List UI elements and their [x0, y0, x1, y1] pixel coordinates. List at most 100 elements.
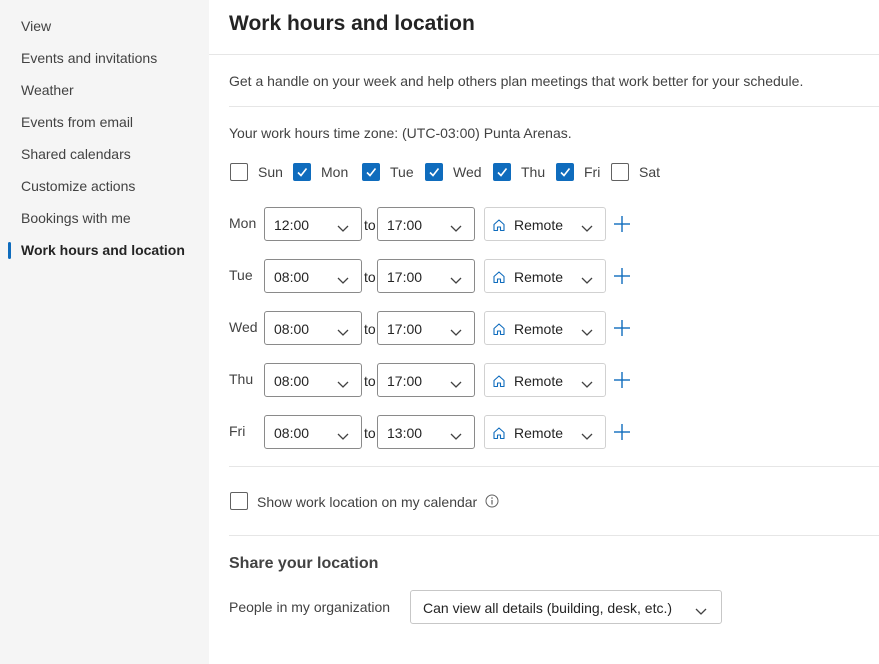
page-title: Work hours and location: [229, 12, 475, 35]
to-label: to: [364, 373, 376, 389]
sidebar-item-weather[interactable]: Weather: [21, 82, 74, 98]
chevron-down-icon: [450, 428, 462, 446]
timezone-text: Your work hours time zone: (UTC-03:00) P…: [229, 125, 572, 141]
chevron-down-icon: [450, 324, 462, 342]
start-time-dropdown-fri[interactable]: 08:00: [264, 415, 362, 449]
sidebar-item-shared-calendars[interactable]: Shared calendars: [21, 146, 131, 162]
end-time-value: 13:00: [387, 425, 423, 441]
start-time-dropdown-tue[interactable]: 08:00: [264, 259, 362, 293]
checkbox-wed[interactable]: [425, 163, 443, 181]
chevron-down-icon: [450, 220, 462, 238]
sidebar-item-events-and-invitations[interactable]: Events and invitations: [21, 50, 157, 66]
schedule-day-label: Thu: [229, 371, 254, 387]
schedule-day-label: Wed: [229, 319, 258, 335]
location-value: Remote: [514, 217, 564, 233]
location-value: Remote: [514, 321, 564, 337]
chevron-down-icon: [581, 324, 593, 342]
location-dropdown-thu[interactable]: Remote: [484, 363, 606, 397]
start-time-value: 08:00: [274, 321, 310, 337]
end-time-value: 17:00: [387, 269, 423, 285]
start-time-dropdown-mon[interactable]: 12:00: [264, 207, 362, 241]
day-label-wed: Wed: [453, 164, 482, 180]
settings-main-panel: Work hours and location Get a handle on …: [209, 0, 879, 664]
end-time-dropdown-fri[interactable]: 13:00: [377, 415, 475, 449]
sidebar-item-bookings-with-me[interactable]: Bookings with me: [21, 210, 131, 226]
chevron-down-icon: [337, 376, 349, 394]
divider: [229, 466, 879, 467]
location-dropdown-mon[interactable]: Remote: [484, 207, 606, 241]
checkbox-tue[interactable]: [362, 163, 380, 181]
location-dropdown-tue[interactable]: Remote: [484, 259, 606, 293]
checkbox-sun[interactable]: [230, 163, 248, 181]
day-label-sun: Sun: [258, 164, 283, 180]
plus-icon[interactable]: [612, 318, 632, 338]
share-audience-label: People in my organization: [229, 599, 391, 615]
divider: [229, 535, 879, 536]
to-label: to: [364, 217, 376, 233]
checkbox-thu[interactable]: [493, 163, 511, 181]
share-visibility-dropdown[interactable]: Can view all details (building, desk, et…: [410, 590, 722, 624]
plus-icon[interactable]: [612, 266, 632, 286]
end-time-value: 17:00: [387, 321, 423, 337]
sidebar-item-view[interactable]: View: [21, 18, 51, 34]
chevron-down-icon: [695, 603, 707, 621]
divider: [229, 106, 879, 107]
checkbox-sat[interactable]: [611, 163, 629, 181]
to-label: to: [364, 269, 376, 285]
share-visibility-value: Can view all details (building, desk, et…: [423, 600, 673, 616]
location-dropdown-wed[interactable]: Remote: [484, 311, 606, 345]
checkbox-fri[interactable]: [556, 163, 574, 181]
show-work-location-checkbox[interactable]: [230, 492, 248, 510]
start-time-value: 12:00: [274, 217, 310, 233]
sidebar-item-work-hours-and-location[interactable]: Work hours and location: [21, 242, 185, 258]
schedule-day-label: Mon: [229, 215, 257, 231]
start-time-value: 08:00: [274, 373, 310, 389]
end-time-dropdown-mon[interactable]: 17:00: [377, 207, 475, 241]
start-time-value: 08:00: [274, 425, 310, 441]
plus-icon[interactable]: [612, 214, 632, 234]
location-value: Remote: [514, 425, 564, 441]
sidebar-item-customize-actions[interactable]: Customize actions: [21, 178, 135, 194]
show-work-location-label: Show work location on my calendar: [257, 494, 478, 510]
end-time-dropdown-tue[interactable]: 17:00: [377, 259, 475, 293]
chevron-down-icon: [337, 272, 349, 290]
location-value: Remote: [514, 373, 564, 389]
chevron-down-icon: [337, 428, 349, 446]
settings-sidebar: View Events and invitations Weather Even…: [0, 0, 209, 664]
location-dropdown-fri[interactable]: Remote: [484, 415, 606, 449]
home-icon: [492, 270, 506, 289]
location-value: Remote: [514, 269, 564, 285]
sidebar-item-events-from-email[interactable]: Events from email: [21, 114, 133, 130]
chevron-down-icon: [450, 272, 462, 290]
day-label-tue: Tue: [390, 164, 414, 180]
chevron-down-icon: [337, 324, 349, 342]
plus-icon[interactable]: [612, 370, 632, 390]
day-label-mon: Mon: [321, 164, 349, 180]
day-label-sat: Sat: [639, 164, 661, 180]
end-time-dropdown-wed[interactable]: 17:00: [377, 311, 475, 345]
chevron-down-icon: [581, 376, 593, 394]
end-time-value: 17:00: [387, 373, 423, 389]
checkbox-mon[interactable]: [293, 163, 311, 181]
schedule-day-label: Fri: [229, 423, 246, 439]
info-icon[interactable]: [485, 494, 499, 513]
home-icon: [492, 322, 506, 341]
schedule-day-label: Tue: [229, 267, 253, 283]
start-time-value: 08:00: [274, 269, 310, 285]
page-description: Get a handle on your week and help other…: [229, 73, 804, 89]
plus-icon[interactable]: [612, 422, 632, 442]
chevron-down-icon: [337, 220, 349, 238]
to-label: to: [364, 425, 376, 441]
home-icon: [492, 218, 506, 237]
start-time-dropdown-thu[interactable]: 08:00: [264, 363, 362, 397]
day-label-fri: Fri: [584, 164, 601, 180]
chevron-down-icon: [581, 220, 593, 238]
end-time-dropdown-thu[interactable]: 17:00: [377, 363, 475, 397]
day-label-thu: Thu: [521, 164, 546, 180]
chevron-down-icon: [581, 272, 593, 290]
to-label: to: [364, 321, 376, 337]
share-location-title: Share your location: [229, 555, 379, 572]
active-item-indicator: [8, 242, 11, 259]
chevron-down-icon: [450, 376, 462, 394]
start-time-dropdown-wed[interactable]: 08:00: [264, 311, 362, 345]
